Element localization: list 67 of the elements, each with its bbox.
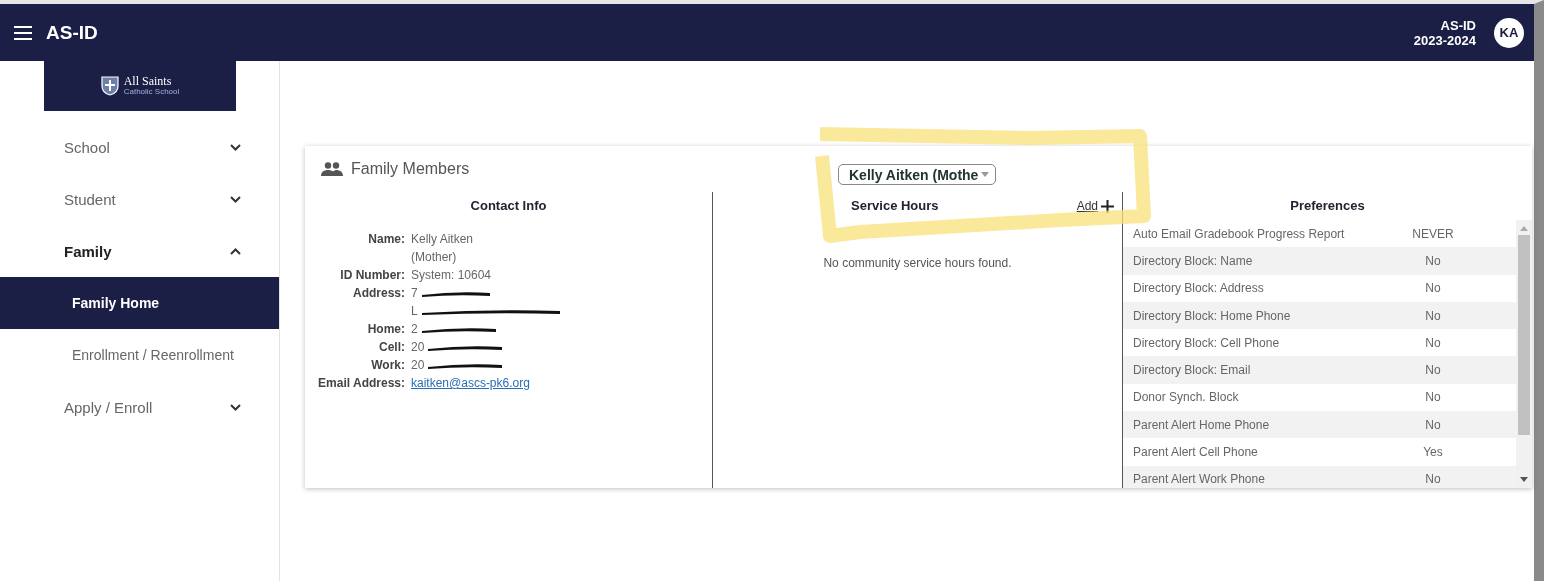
- field-value: 2: [411, 320, 418, 338]
- plus-icon: [1101, 199, 1114, 213]
- sidebar-item[interactable]: Family: [0, 225, 279, 277]
- scroll-down-icon[interactable]: [1520, 477, 1528, 482]
- chevron-down-icon: [230, 195, 241, 203]
- field-value: (Mother): [411, 249, 457, 266]
- shield-icon: [100, 76, 119, 96]
- preference-value: Yes: [1422, 445, 1444, 459]
- field-value: L: [411, 302, 418, 320]
- people-icon: [321, 162, 343, 176]
- column-heading: Contact Info: [469, 197, 548, 215]
- scrollbar[interactable]: [1516, 220, 1532, 488]
- preference-value: No: [1424, 308, 1442, 323]
- preference-value: No: [1424, 335, 1442, 350]
- preference-name: Parent Alert Cell Phone: [1133, 445, 1259, 459]
- field-value: 20: [411, 338, 425, 356]
- logo-subtitle: Catholic School: [123, 87, 180, 96]
- field-value: System: 10604: [411, 267, 492, 284]
- preference-name: Directory Block: Cell Phone: [1133, 335, 1281, 350]
- sidebar-item[interactable]: Apply / Enroll: [0, 381, 279, 433]
- preference-name: Directory Block: Home Phone: [1133, 308, 1292, 323]
- field-value: Kelly Aitken: [411, 231, 474, 248]
- email-link[interactable]: kaitken@ascs-pk6.org: [411, 374, 530, 392]
- preference-value: No: [1424, 281, 1442, 296]
- preference-value: No: [1424, 390, 1442, 405]
- field-label: Name:: [367, 231, 405, 248]
- chevron-up-icon: [230, 247, 241, 255]
- add-link[interactable]: Add: [1076, 199, 1114, 213]
- column-heading: Preferences: [1289, 197, 1366, 215]
- sidebar-item[interactable]: School: [0, 121, 279, 173]
- field-label: Email Address:: [317, 375, 405, 392]
- menu-icon[interactable]: [14, 25, 32, 40]
- field-label: Address:: [352, 285, 405, 302]
- user-avatar[interactable]: KA: [1494, 17, 1524, 48]
- field-label: ID Number:: [339, 267, 405, 284]
- field-value: 7: [411, 284, 418, 302]
- preference-name: Directory Block: Email: [1133, 363, 1252, 378]
- preference-name: Parent Alert Home Phone: [1133, 417, 1271, 432]
- sidebar-item[interactable]: Family Home: [0, 277, 279, 329]
- preference-value: NEVER: [1411, 226, 1455, 241]
- chevron-down-icon: [230, 143, 241, 151]
- preference-name: Directory Block: Address: [1133, 281, 1265, 296]
- empty-message: No community service hours found.: [823, 256, 1012, 270]
- field-label: Work:: [370, 357, 405, 374]
- field-label: Cell:: [378, 339, 405, 356]
- preference-name: Parent Alert Work Phone: [1133, 472, 1266, 487]
- field-value: 20: [411, 356, 425, 374]
- school-year: 2023-2024: [1413, 32, 1476, 48]
- card-title: Family Members: [351, 160, 470, 178]
- caret-icon: [981, 172, 990, 177]
- field-label: Home:: [366, 321, 405, 338]
- preference-value: No: [1424, 472, 1442, 487]
- app-title: AS-ID: [46, 21, 99, 44]
- preference-name: Donor Synch. Block: [1133, 390, 1240, 405]
- logo-name: All Saints: [123, 76, 173, 87]
- preference-value: No: [1424, 253, 1442, 268]
- preference-name: Auto Email Gradebook Progress Report: [1133, 226, 1346, 241]
- school-code: AS-ID: [1440, 17, 1476, 33]
- preference-value: No: [1424, 417, 1442, 432]
- preference-name: Directory Block: Name: [1133, 253, 1254, 268]
- redaction-mark: [420, 290, 491, 298]
- preference-value: No: [1424, 363, 1442, 378]
- sidebar-item[interactable]: Student: [0, 173, 279, 225]
- column-heading: Service Hours: [850, 197, 940, 215]
- chevron-down-icon: [230, 403, 241, 411]
- member-select[interactable]: Kelly Aitken (Mothe: [838, 164, 997, 185]
- sidebar-item[interactable]: Enrollment / Reenrollment: [0, 329, 279, 381]
